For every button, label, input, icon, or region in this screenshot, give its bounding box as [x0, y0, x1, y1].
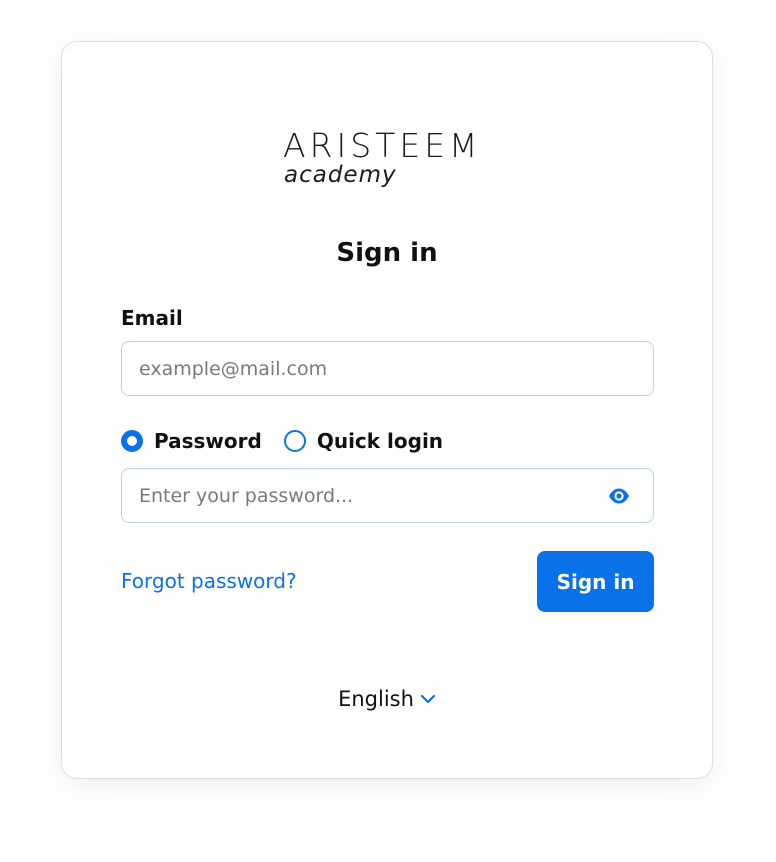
forgot-password-link[interactable]: Forgot password? [121, 569, 297, 593]
chevron-down-icon [420, 694, 436, 704]
email-field[interactable] [121, 341, 654, 396]
auth-mode-group: Password Quick login [121, 428, 465, 454]
language-label: English [338, 687, 414, 711]
quick-login-mode-radio[interactable] [283, 430, 306, 452]
quick-login-mode-option[interactable]: Quick login [283, 429, 444, 453]
language-selector[interactable]: English [62, 687, 712, 711]
sign-in-button[interactable]: Sign in [537, 551, 654, 612]
brand-wordmark: ARISTEEM [283, 126, 482, 165]
password-mode-label: Password [154, 429, 262, 453]
password-mode-option[interactable]: Password [121, 429, 262, 453]
password-field[interactable] [121, 468, 654, 523]
password-mode-radio[interactable] [121, 430, 143, 452]
sign-in-card: ARISTEEM academy Sign in Email Password … [61, 41, 713, 779]
brand-subtitle: academy [284, 162, 397, 188]
page-title: Sign in [336, 238, 438, 268]
email-label: Email [121, 306, 183, 330]
brand-logo: ARISTEEM academy [283, 128, 495, 190]
eye-icon[interactable] [608, 487, 630, 505]
quick-login-mode-label: Quick login [316, 429, 444, 453]
